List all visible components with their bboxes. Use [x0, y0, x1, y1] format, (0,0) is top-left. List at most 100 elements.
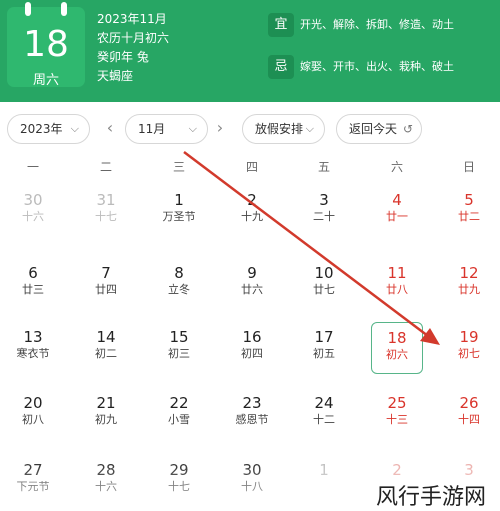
- day-cell[interactable]: 31 十七: [80, 185, 132, 237]
- day-number: 11: [387, 264, 407, 282]
- day-cell[interactable]: 1: [298, 455, 350, 507]
- day-number: 23: [242, 394, 262, 412]
- day-cell[interactable]: 12 廿九: [443, 258, 495, 310]
- chevron-down-icon: ⌵: [305, 122, 314, 135]
- day-cell[interactable]: 19 初七: [443, 322, 495, 374]
- weekday-label: 六: [390, 160, 403, 174]
- month-select[interactable]: 11月 ⌵: [125, 114, 208, 144]
- day-cell[interactable]: 15 初三: [153, 322, 205, 374]
- day-cell-today[interactable]: 18 初六: [371, 322, 423, 374]
- day-number: 3: [464, 461, 474, 479]
- chevron-down-icon: ⌵: [70, 122, 79, 135]
- lunar-label: 小雪: [168, 413, 190, 426]
- day-number: 26: [459, 394, 479, 412]
- lunar-label: 初九: [95, 413, 117, 426]
- day-cell[interactable]: 21 初九: [80, 388, 132, 440]
- day-number: 15: [169, 328, 189, 346]
- chevron-right-icon: ›: [216, 118, 224, 137]
- day-number: 10: [314, 264, 334, 282]
- day-cell[interactable]: 27 下元节: [7, 455, 59, 507]
- lunar-label: 十七: [168, 480, 190, 493]
- day-number: 7: [101, 264, 111, 282]
- weekday-label: 日: [462, 160, 475, 174]
- day-number: 13: [23, 328, 43, 346]
- chevron-left-icon: ‹: [106, 118, 114, 137]
- lunar-date: 农历十月初六: [97, 31, 170, 45]
- today-date-card: 18 周六: [7, 2, 85, 88]
- day-number: 27: [23, 461, 43, 479]
- day-cell[interactable]: 14 初二: [80, 322, 132, 374]
- day-cell[interactable]: 4 廿一: [371, 185, 423, 237]
- today-weekday: 周六: [32, 73, 59, 88]
- lunar-label: 二十: [313, 210, 335, 223]
- lunar-label: 初八: [22, 413, 44, 426]
- day-cell[interactable]: 2 十九: [226, 185, 278, 237]
- lunar-label: 廿四: [95, 283, 117, 296]
- day-cell[interactable]: 29 十七: [153, 455, 205, 507]
- day-number: 3: [319, 191, 329, 209]
- day-number: 2: [392, 461, 402, 479]
- day-number: 25: [387, 394, 407, 412]
- lunar-label: 十七: [95, 210, 117, 223]
- day-cell[interactable]: 26 十四: [443, 388, 495, 440]
- day-cell[interactable]: 28 十六: [80, 455, 132, 507]
- day-cell[interactable]: 8 立冬: [153, 258, 205, 310]
- day-cell[interactable]: 5 廿二: [443, 185, 495, 237]
- day-cell[interactable]: 16 初四: [226, 322, 278, 374]
- day-cell[interactable]: 20 初八: [7, 388, 59, 440]
- day-cell[interactable]: 3 二十: [298, 185, 350, 237]
- day-cell[interactable]: 30 十六: [7, 185, 59, 237]
- day-number: 18: [387, 329, 407, 347]
- day-cell[interactable]: 25 十三: [371, 388, 423, 440]
- day-number: 9: [247, 264, 257, 282]
- ganzhi-year: 癸卯年 兔: [97, 50, 149, 64]
- lunar-label: 寒衣节: [16, 347, 50, 360]
- ji-activities: 嫁娶、开市、出火、栽种、破土: [300, 60, 454, 73]
- weekday-label: 五: [317, 160, 330, 174]
- day-cell[interactable]: 24 十二: [298, 388, 350, 440]
- year-select[interactable]: 2023年 ⌵: [7, 114, 90, 144]
- day-cell[interactable]: 11 廿八: [371, 258, 423, 310]
- day-cell[interactable]: 23 感恩节: [226, 388, 278, 440]
- calendar-ring-icon: [25, 2, 31, 16]
- day-number: 29: [169, 461, 189, 479]
- day-cell[interactable]: 30 十八: [226, 455, 278, 507]
- calendar-ring-icon: [61, 2, 67, 16]
- day-cell[interactable]: 7 廿四: [80, 258, 132, 310]
- day-cell[interactable]: 22 小雪: [153, 388, 205, 440]
- day-cell[interactable]: 17 初五: [298, 322, 350, 374]
- lunar-label: 廿九: [458, 283, 480, 296]
- holiday-select-value: 放假安排: [255, 122, 304, 136]
- day-number: 31: [96, 191, 116, 209]
- day-number: 30: [242, 461, 262, 479]
- refresh-icon: ↺: [402, 122, 413, 136]
- day-number: 8: [174, 264, 184, 282]
- next-month-button[interactable]: ›: [210, 114, 230, 144]
- weekday-label: 三: [172, 160, 185, 174]
- day-cell[interactable]: 9 廿六: [226, 258, 278, 310]
- prev-month-button[interactable]: ‹: [100, 114, 120, 144]
- lunar-label: 廿一: [386, 210, 408, 223]
- lunar-label: 廿三: [22, 283, 44, 296]
- yi-activities: 开光、解除、拆卸、修造、动土: [300, 18, 454, 31]
- date-header: 18 周六 2023年11月 农历十月初六 癸卯年 兔 天蝎座 宜 开光、解除、…: [0, 0, 500, 102]
- lunar-label: 廿八: [386, 283, 408, 296]
- day-number: 1: [319, 461, 329, 479]
- back-to-today-button[interactable]: 返回今天 ↺: [336, 114, 422, 144]
- day-number: 12: [459, 264, 479, 282]
- lunar-label: 初五: [313, 347, 335, 360]
- month-select-value: 11月: [138, 122, 166, 136]
- day-cell[interactable]: 6 廿三: [7, 258, 59, 310]
- zodiac-sign: 天蝎座: [97, 69, 134, 83]
- lunar-label: 初七: [458, 347, 480, 360]
- day-cell[interactable]: 13 寒衣节: [7, 322, 59, 374]
- weekday-label: 四: [245, 160, 258, 174]
- day-cell[interactable]: 1 万圣节: [153, 185, 205, 237]
- day-cell[interactable]: 10 廿七: [298, 258, 350, 310]
- day-number: 17: [314, 328, 334, 346]
- holiday-select[interactable]: 放假安排 ⌵: [242, 114, 325, 144]
- watermark-logo: 风行手游网: [373, 479, 490, 511]
- day-number: 4: [392, 191, 402, 209]
- lunar-label: 廿六: [241, 283, 263, 296]
- lunar-label: 初二: [95, 347, 117, 360]
